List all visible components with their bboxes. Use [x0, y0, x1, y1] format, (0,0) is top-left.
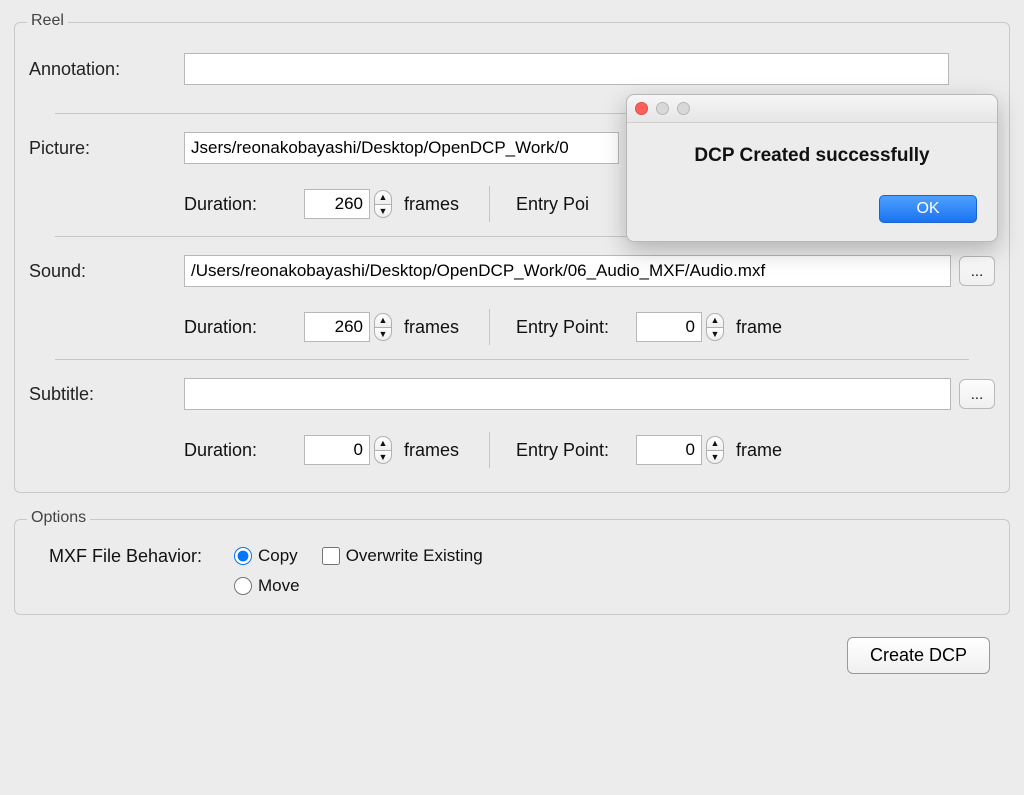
- copy-radio-label[interactable]: Copy: [234, 546, 298, 566]
- picture-duration-spinner: ▲ ▼: [304, 189, 392, 219]
- options-row: MXF File Behavior: Copy Overwrite Existi…: [29, 546, 995, 596]
- subtitle-duration-label: Duration:: [184, 440, 304, 461]
- annotation-label: Annotation:: [29, 59, 184, 80]
- sound-row: Sound: ...: [29, 251, 995, 291]
- picture-duration-label: Duration:: [184, 194, 304, 215]
- stepper-up-icon[interactable]: ▲: [374, 313, 392, 327]
- reel-group-title: Reel: [27, 12, 68, 30]
- subtitle-duration-spinner: ▲ ▼: [304, 435, 392, 465]
- options-group: Options MXF File Behavior: Copy Overwrit…: [14, 519, 1010, 615]
- mxf-behavior-label: MXF File Behavior:: [29, 546, 234, 567]
- move-radio-label[interactable]: Move: [234, 576, 483, 596]
- sound-entry-spinner: ▲ ▼: [636, 312, 724, 342]
- overwrite-checkbox[interactable]: [322, 547, 340, 565]
- copy-radio-text: Copy: [258, 546, 298, 566]
- annotation-input[interactable]: [184, 53, 949, 85]
- stepper-down-icon[interactable]: ▼: [706, 450, 724, 464]
- subtitle-duration-input[interactable]: [304, 435, 370, 465]
- overwrite-check-label[interactable]: Overwrite Existing: [322, 546, 483, 566]
- sound-entry-unit: frame: [736, 317, 782, 338]
- dialog-body: DCP Created successfully OK: [627, 123, 997, 241]
- dialog-message: DCP Created successfully: [647, 145, 977, 167]
- picture-entry-label: Entry Poi: [516, 194, 589, 215]
- stepper-down-icon[interactable]: ▼: [374, 327, 392, 341]
- move-radio[interactable]: [234, 577, 252, 595]
- sound-path-input[interactable]: [184, 255, 951, 287]
- sound-label: Sound:: [29, 261, 184, 282]
- picture-duration-input[interactable]: [304, 189, 370, 219]
- vertical-separator: [489, 432, 490, 468]
- stepper-down-icon[interactable]: ▼: [374, 204, 392, 218]
- sound-duration-input[interactable]: [304, 312, 370, 342]
- subtitle-row: Subtitle: ...: [29, 374, 995, 414]
- picture-duration-unit: frames: [404, 194, 459, 215]
- stepper-up-icon[interactable]: ▲: [706, 313, 724, 327]
- subtitle-browse-button[interactable]: ...: [959, 379, 995, 409]
- sound-entry-label: Entry Point:: [516, 317, 636, 338]
- vertical-separator: [489, 309, 490, 345]
- overwrite-check-text: Overwrite Existing: [346, 546, 483, 566]
- stepper-up-icon[interactable]: ▲: [374, 190, 392, 204]
- subtitle-entry-input[interactable]: [636, 435, 702, 465]
- stepper-down-icon[interactable]: ▼: [374, 450, 392, 464]
- sound-subrow: Duration: ▲ ▼ frames Entry Point: ▲ ▼ fr…: [29, 309, 995, 345]
- success-dialog: DCP Created successfully OK: [626, 94, 998, 242]
- stepper-down-icon[interactable]: ▼: [706, 327, 724, 341]
- minimize-icon: [656, 102, 669, 115]
- sound-duration-unit: frames: [404, 317, 459, 338]
- subtitle-duration-unit: frames: [404, 440, 459, 461]
- stepper-up-icon[interactable]: ▲: [374, 436, 392, 450]
- stepper-up-icon[interactable]: ▲: [706, 436, 724, 450]
- vertical-separator: [489, 186, 490, 222]
- ok-button[interactable]: OK: [879, 195, 977, 223]
- picture-label: Picture:: [29, 138, 184, 159]
- close-icon[interactable]: [635, 102, 648, 115]
- subtitle-label: Subtitle:: [29, 384, 184, 405]
- subtitle-entry-spinner: ▲ ▼: [636, 435, 724, 465]
- subtitle-path-input[interactable]: [184, 378, 951, 410]
- copy-radio[interactable]: [234, 547, 252, 565]
- move-radio-text: Move: [258, 576, 300, 596]
- annotation-row: Annotation:: [29, 49, 995, 89]
- separator: [55, 359, 969, 360]
- sound-entry-input[interactable]: [636, 312, 702, 342]
- create-dcp-button[interactable]: Create DCP: [847, 637, 990, 674]
- sound-duration-label: Duration:: [184, 317, 304, 338]
- subtitle-subrow: Duration: ▲ ▼ frames Entry Point: ▲ ▼ fr…: [29, 432, 995, 468]
- subtitle-entry-label: Entry Point:: [516, 440, 636, 461]
- sound-duration-spinner: ▲ ▼: [304, 312, 392, 342]
- create-row: Create DCP: [0, 615, 1024, 674]
- reel-group: Reel Annotation: Picture: Duration: ▲ ▼ …: [14, 22, 1010, 493]
- dialog-titlebar[interactable]: [627, 95, 997, 123]
- subtitle-entry-unit: frame: [736, 440, 782, 461]
- sound-browse-button[interactable]: ...: [959, 256, 995, 286]
- picture-path-input[interactable]: [184, 132, 619, 164]
- maximize-icon: [677, 102, 690, 115]
- options-group-title: Options: [27, 509, 90, 527]
